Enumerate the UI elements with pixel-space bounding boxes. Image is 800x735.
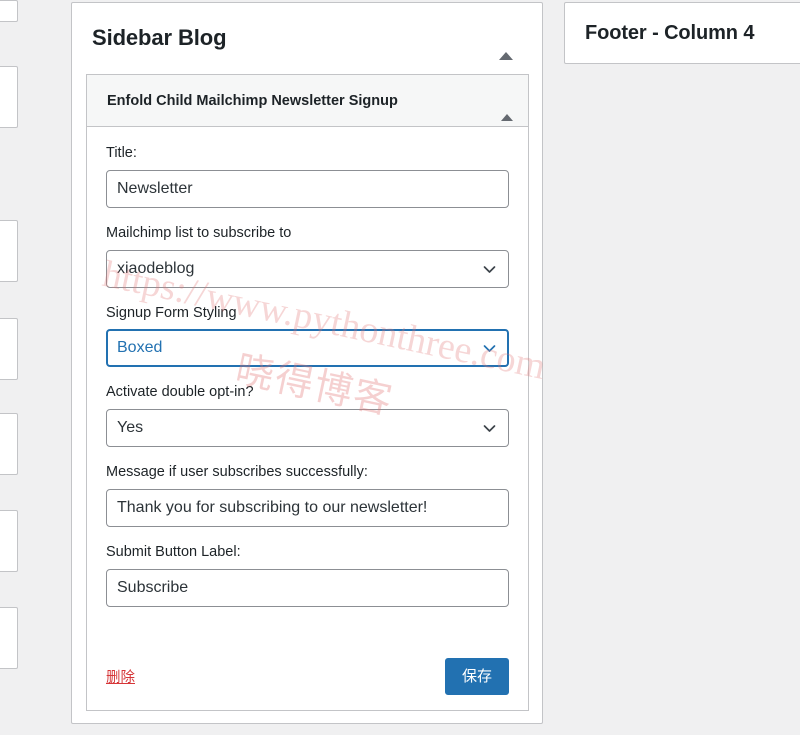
- triangle-up-icon[interactable]: [499, 35, 513, 60]
- signup-form-styling-select[interactable]: [106, 329, 509, 368]
- field-label-success-message: Message if user subscribes successfully:: [106, 464, 368, 480]
- mailchimp-list-select[interactable]: [106, 249, 509, 288]
- field-label-double-opt-in: Activate double opt-in?: [106, 384, 254, 401]
- clipped-card[interactable]: [0, 510, 18, 572]
- field-label-signup-form-styling: Signup Form Styling: [106, 304, 237, 321]
- field-mailchimp-list: Mailchimp list to subscribe to: [106, 223, 509, 288]
- widget-form: Title: Mailchimp list to subscribe to S: [87, 127, 528, 607]
- field-label-title: Title:: [106, 145, 137, 161]
- clipped-card[interactable]: [0, 66, 18, 128]
- clipped-cards-strip: [0, 0, 26, 735]
- sidebar-panel: Sidebar Blog Enfold Child Mailchimp News…: [71, 2, 543, 724]
- page-title: Sidebar Blog: [92, 24, 227, 50]
- sidebar-panel-header[interactable]: Sidebar Blog: [72, 3, 542, 72]
- field-label-submit-button-label: Submit Button Label:: [106, 543, 241, 560]
- clipped-card[interactable]: [0, 0, 18, 22]
- field-double-opt-in: Activate double opt-in?: [106, 382, 509, 447]
- footer-column-4-panel[interactable]: Footer - Column 4: [564, 2, 800, 64]
- success-message-input[interactable]: [106, 488, 509, 527]
- clipped-card[interactable]: [0, 318, 18, 380]
- widget-header[interactable]: Enfold Child Mailchimp Newsletter Signup: [87, 75, 528, 127]
- triangle-up-icon[interactable]: [501, 97, 513, 121]
- field-title: Title:: [106, 143, 509, 208]
- clipped-card[interactable]: [0, 220, 18, 282]
- field-submit-button-label: Submit Button Label:: [106, 542, 509, 607]
- clipped-card[interactable]: [0, 413, 18, 475]
- clipped-card[interactable]: [0, 607, 18, 669]
- field-success-message: Message if user subscribes successfully:: [106, 462, 509, 527]
- save-button[interactable]: 保存: [444, 657, 509, 695]
- double-opt-in-select[interactable]: [106, 409, 509, 447]
- widget-title: Enfold Child Mailchimp Newsletter Signup: [107, 92, 398, 109]
- title-input[interactable]: [106, 169, 509, 208]
- field-label-mailchimp-list: Mailchimp list to subscribe to: [106, 224, 292, 241]
- widget-footer: 删除 保存: [87, 642, 528, 710]
- submit-button-label-input[interactable]: [106, 568, 509, 607]
- delete-link[interactable]: 删除: [106, 666, 135, 687]
- field-signup-form-styling: Signup Form Styling: [106, 303, 509, 368]
- footer-column-4-title: Footer - Column 4: [585, 21, 755, 44]
- mailchimp-widget: Enfold Child Mailchimp Newsletter Signup…: [86, 74, 529, 711]
